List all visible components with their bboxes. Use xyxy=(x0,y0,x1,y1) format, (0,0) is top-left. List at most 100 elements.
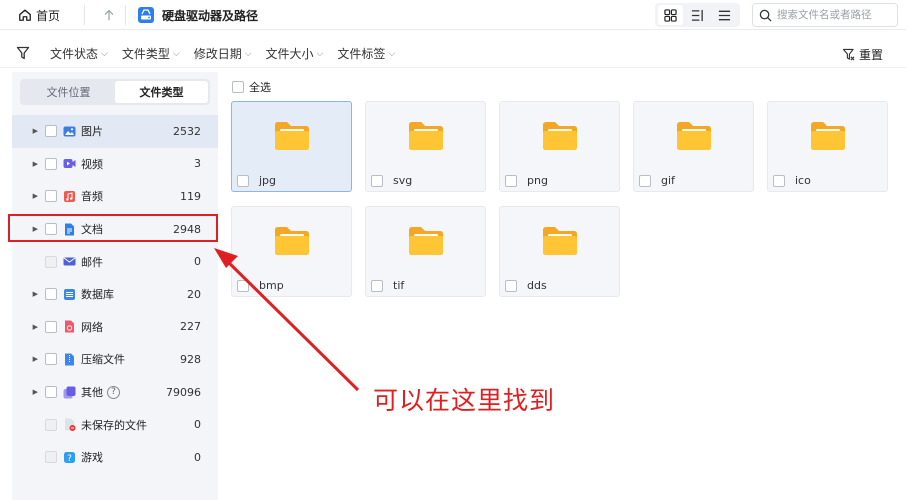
select-all[interactable]: 全选 xyxy=(232,79,271,95)
folder-name: dds xyxy=(527,279,547,292)
category-count: 3 xyxy=(194,157,201,171)
category-count: 20 xyxy=(187,287,201,301)
home-button[interactable]: 首页 xyxy=(18,6,60,24)
sidebar-item-archive[interactable]: ▶ 压缩文件 928 xyxy=(12,343,218,376)
folder-tile[interactable]: ico xyxy=(767,101,888,192)
category-checkbox xyxy=(45,255,57,268)
sidebar-item-other[interactable]: ▶ 其他? 79096 xyxy=(12,376,218,409)
category-checkbox[interactable] xyxy=(45,353,57,366)
sidebar-item-game[interactable]: ▶?游戏0 xyxy=(12,441,218,474)
category-checkbox[interactable] xyxy=(45,320,57,333)
detail-view-icon xyxy=(691,9,703,21)
sidebar-item-image[interactable]: ▶ 图片 2532 xyxy=(12,115,218,148)
filter-bar: 文件状态 ⌵ 文件类型 ⌵ 修改日期 ⌵ 文件大小 ⌵ 文件标签 ⌵ 重置 xyxy=(0,40,906,68)
grid-view-button[interactable] xyxy=(658,5,683,25)
expand-arrow-icon[interactable]: ▶ xyxy=(22,160,38,168)
folder-checkbox[interactable] xyxy=(505,280,517,292)
category-count: 0 xyxy=(194,418,201,432)
top-bar: 首页 硬盘驱动器及路径 xyxy=(0,0,906,30)
expand-arrow-icon[interactable]: ▶ xyxy=(22,192,38,200)
filter-dropdown[interactable]: 文件类型 ⌵ xyxy=(122,45,180,62)
sidebar-item-database[interactable]: ▶ 数据库 20 xyxy=(12,278,218,311)
filter-dropdown[interactable]: 修改日期 ⌵ xyxy=(194,45,252,62)
folder-icon xyxy=(808,116,848,156)
home-label: 首页 xyxy=(36,8,61,23)
expand-arrow-icon[interactable]: ▶ xyxy=(22,290,38,298)
filter-label: 文件大小 xyxy=(265,47,314,61)
category-label: 游戏 xyxy=(81,451,103,465)
arrow-up-icon xyxy=(104,9,114,21)
select-all-checkbox[interactable] xyxy=(232,81,244,93)
list-view-button[interactable] xyxy=(712,5,737,25)
expand-arrow-icon[interactable]: ▶ xyxy=(22,323,38,331)
category-checkbox[interactable] xyxy=(45,157,57,170)
folder-name: jpg xyxy=(259,174,277,187)
chevron-down-icon: ⌵ xyxy=(388,48,396,59)
drive-icon xyxy=(138,7,154,23)
category-checkbox[interactable] xyxy=(45,386,57,399)
folder-tile[interactable]: dds xyxy=(499,206,620,297)
image-icon xyxy=(63,125,76,138)
folder-checkbox[interactable] xyxy=(237,280,249,292)
mail-icon xyxy=(63,255,76,268)
category-count: 227 xyxy=(180,320,201,334)
category-checkbox[interactable] xyxy=(45,288,57,301)
search-input[interactable] xyxy=(777,9,895,21)
category-label: 网络 xyxy=(81,320,103,334)
sidebar-item-video[interactable]: ▶ 视频 3 xyxy=(12,148,218,181)
view-switcher xyxy=(655,3,740,27)
sidebar-tabs: 文件位置 文件类型 xyxy=(20,79,210,105)
sidebar-item-unsaved-file[interactable]: ▶未保存的文件0 xyxy=(12,408,218,441)
expand-arrow-icon[interactable]: ▶ xyxy=(22,388,38,396)
folder-tile[interactable]: svg xyxy=(365,101,486,192)
sidebar-item-mail[interactable]: ▶邮件0 xyxy=(12,245,218,278)
sidebar-item-network[interactable]: ▶ 网络 227 xyxy=(12,311,218,344)
folder-checkbox[interactable] xyxy=(237,175,249,187)
folder-name: tif xyxy=(393,279,405,292)
folder-name: ico xyxy=(795,174,811,187)
reset-button[interactable]: 重置 xyxy=(842,46,883,63)
folder-checkbox[interactable] xyxy=(773,175,785,187)
category-count: 2532 xyxy=(173,124,201,138)
category-checkbox xyxy=(45,418,57,431)
video-icon xyxy=(63,157,76,170)
filter-dropdowns: 文件状态 ⌵ 文件类型 ⌵ 修改日期 ⌵ 文件大小 ⌵ 文件标签 ⌵ xyxy=(50,45,395,62)
folder-tile[interactable]: gif xyxy=(633,101,754,192)
folder-tile[interactable]: png xyxy=(499,101,620,192)
folder-checkbox[interactable] xyxy=(639,175,651,187)
annotation-text: 可以在这里找到 xyxy=(373,386,556,415)
folder-name: bmp xyxy=(259,279,284,292)
folder-name: svg xyxy=(393,174,413,187)
folder-tile[interactable]: bmp xyxy=(231,206,352,297)
sidebar-item-audio[interactable]: ▶ 音频 119 xyxy=(12,180,218,213)
category-checkbox xyxy=(45,451,57,464)
filter-dropdown[interactable]: 文件状态 ⌵ xyxy=(50,45,108,62)
folder-icon xyxy=(272,221,312,261)
expand-arrow-icon[interactable]: ▶ xyxy=(22,355,38,363)
expand-arrow-icon[interactable]: ▶ xyxy=(22,127,38,135)
folder-icon xyxy=(406,116,446,156)
filter-dropdown[interactable]: 文件标签 ⌵ xyxy=(337,45,395,62)
help-icon[interactable]: ? xyxy=(107,385,120,399)
filter-icon[interactable] xyxy=(16,46,30,60)
tab-file-location[interactable]: 文件位置 xyxy=(22,81,115,103)
folder-checkbox[interactable] xyxy=(505,175,517,187)
category-checkbox[interactable] xyxy=(45,190,57,203)
folder-checkbox[interactable] xyxy=(371,175,383,187)
select-all-label: 全选 xyxy=(249,81,271,94)
detail-view-button[interactable] xyxy=(685,5,710,25)
category-label: 邮件 xyxy=(81,255,103,269)
search-box[interactable] xyxy=(752,3,898,27)
folder-tile[interactable]: jpg xyxy=(231,101,352,192)
tab-file-type[interactable]: 文件类型 xyxy=(115,81,208,103)
filter-dropdown[interactable]: 文件大小 ⌵ xyxy=(266,45,324,62)
category-count: 79096 xyxy=(166,385,201,399)
folder-checkbox[interactable] xyxy=(371,280,383,292)
up-button[interactable] xyxy=(99,5,119,25)
database-icon xyxy=(63,288,76,301)
game-icon: ? xyxy=(63,451,76,464)
category-checkbox[interactable] xyxy=(45,125,57,138)
folder-tile[interactable]: tif xyxy=(365,206,486,297)
folder-icon xyxy=(406,221,446,261)
list-view-icon xyxy=(718,10,731,20)
